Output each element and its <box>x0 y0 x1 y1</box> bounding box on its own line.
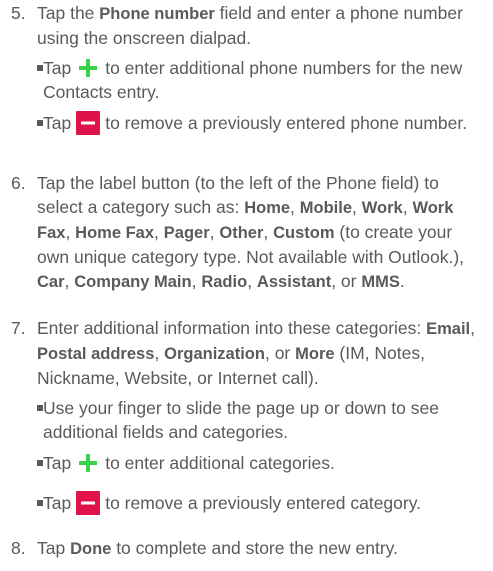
step-7: 7. Enter additional information into the… <box>0 316 493 390</box>
step-5: 5. Tap the Phone number field and enter … <box>0 1 493 50</box>
phone-number-field-label: Phone number <box>99 5 215 23</box>
bullet <box>37 65 43 71</box>
minus-icon <box>76 111 101 135</box>
step-8: 8. Tap Done to complete and store the ne… <box>0 536 493 561</box>
step-5-remove-bullet: Tap to remove a previously entered phone … <box>0 111 493 135</box>
step-number: 8. <box>11 538 26 558</box>
step-text: Enter additional information into these … <box>37 318 476 388</box>
step-7-remove-bullet: Tap to remove a previously entered catego… <box>0 491 493 515</box>
step-number: 5. <box>11 3 26 23</box>
step-text: Tap the label button (to the left of the… <box>37 173 465 291</box>
bullet <box>37 405 43 411</box>
done-button-label: Done <box>70 540 112 558</box>
step-5-add-bullet: Tap to enter additional phone numbers for… <box>0 56 493 104</box>
minus-icon <box>76 491 101 515</box>
plus-icon <box>76 451 100 475</box>
instructions-page: 5. Tap the Phone number field and enter … <box>0 0 493 571</box>
step-6: 6. Tap the label button (to the left of … <box>0 171 493 294</box>
step-7-slide-bullet: Use your finger to slide the page up or … <box>0 396 493 444</box>
step-text: Tap Done to complete and store the new e… <box>37 538 398 558</box>
plus-icon <box>76 56 100 80</box>
step-text: Tap the Phone number field and enter a p… <box>37 3 463 48</box>
bullet <box>37 120 43 126</box>
bullet <box>37 460 43 466</box>
step-number: 7. <box>11 318 26 338</box>
step-number: 6. <box>11 173 26 193</box>
bullet <box>37 500 43 506</box>
step-7-add-bullet: Tap to enter additional categories. <box>0 451 493 475</box>
